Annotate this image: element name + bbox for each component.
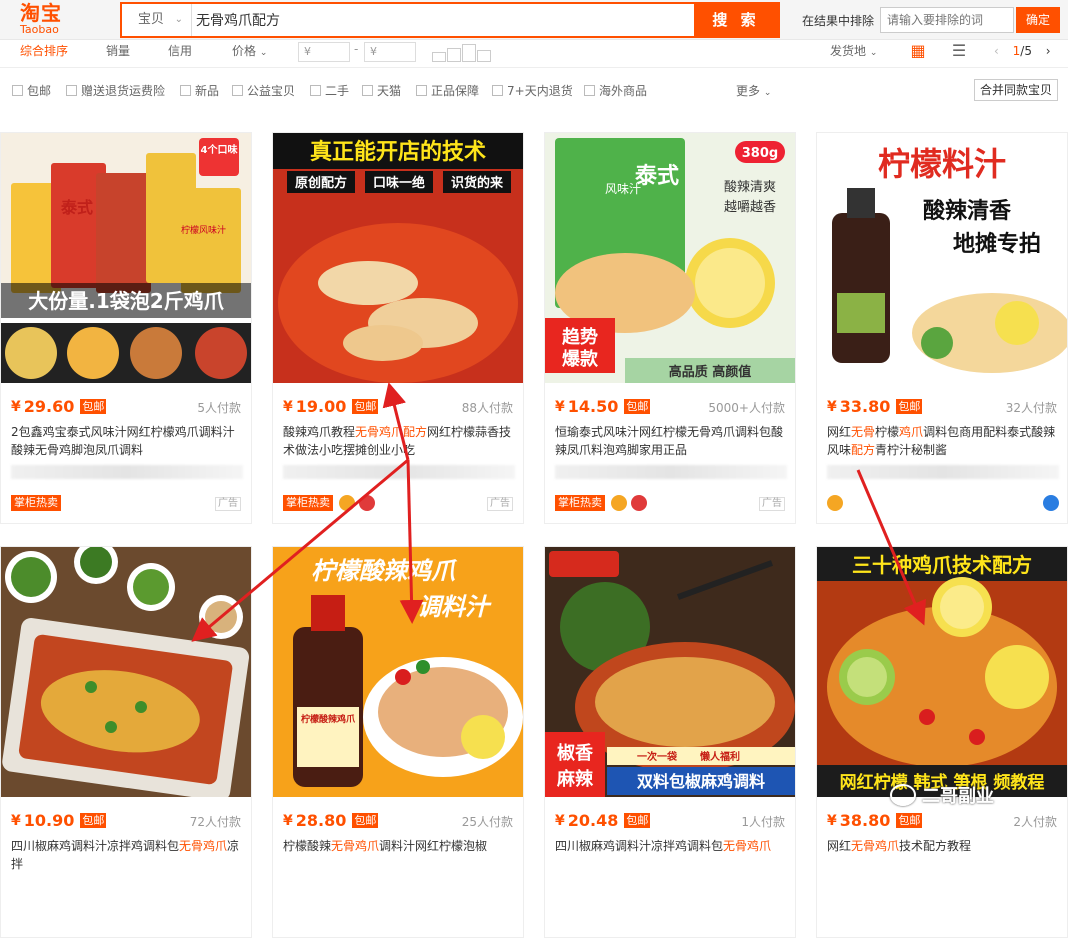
annotation-arrows — [191, 382, 926, 642]
product-title[interactable]: 四川椒麻鸡调料汁凉拌鸡调料包无骨鸡爪凉拌 — [11, 837, 243, 873]
product-title[interactable]: 柠檬酸辣无骨鸡爪调料汁网红柠檬泡椒 — [283, 837, 515, 873]
product-title[interactable]: 四川椒麻鸡调料汁凉拌鸡调料包无骨鸡爪 — [555, 837, 787, 873]
watermark-text: 二哥副业 — [922, 786, 994, 807]
product-title[interactable]: 网红无骨鸡爪技术配方教程 — [827, 837, 1059, 873]
wechat-icon — [890, 784, 916, 806]
watermark: 二哥副业 — [890, 782, 994, 808]
